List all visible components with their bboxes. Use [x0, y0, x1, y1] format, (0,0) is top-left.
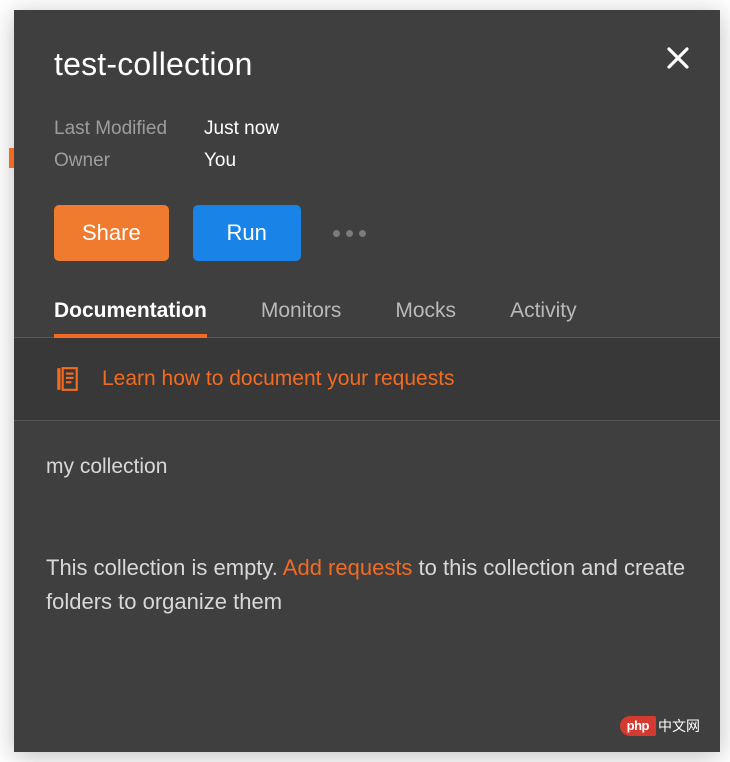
meta-section: Last Modified Just now Owner You [14, 83, 720, 177]
watermark-badge: php [620, 716, 656, 736]
last-modified-value: Just now [204, 113, 279, 145]
collection-name: my collection [46, 455, 688, 479]
collection-title: test-collection [54, 46, 680, 83]
panel-header: test-collection [14, 10, 720, 83]
run-button[interactable]: Run [193, 205, 301, 261]
ellipsis-dot-icon [346, 230, 353, 237]
meta-row-last-modified: Last Modified Just now [54, 113, 680, 145]
tab-mocks[interactable]: Mocks [395, 299, 456, 337]
documentation-body: my collection This collection is empty. … [14, 421, 720, 653]
add-requests-link[interactable]: Add requests [283, 555, 413, 580]
tab-monitors[interactable]: Monitors [261, 299, 342, 337]
learn-banner[interactable]: Learn how to document your requests [14, 338, 720, 421]
close-icon [666, 46, 690, 70]
share-button[interactable]: Share [54, 205, 169, 261]
accent-edge-bar [9, 148, 14, 168]
tab-activity[interactable]: Activity [510, 299, 577, 337]
more-actions-button[interactable] [325, 222, 374, 245]
document-icon [54, 366, 80, 392]
collection-details-panel: test-collection Last Modified Just now O… [14, 10, 720, 752]
meta-row-owner: Owner You [54, 145, 680, 177]
ellipsis-dot-icon [333, 230, 340, 237]
watermark-text: 中文网 [658, 716, 700, 736]
last-modified-label: Last Modified [54, 113, 204, 145]
learn-banner-text: Learn how to document your requests [102, 367, 455, 391]
owner-label: Owner [54, 145, 204, 177]
tab-documentation[interactable]: Documentation [54, 299, 207, 337]
empty-state-message: This collection is empty. Add requests t… [46, 551, 688, 619]
actions-row: Share Run [14, 177, 720, 299]
close-button[interactable] [666, 46, 690, 70]
watermark: php 中文网 [620, 716, 700, 736]
owner-value: You [204, 145, 236, 177]
ellipsis-dot-icon [359, 230, 366, 237]
empty-prefix: This collection is empty. [46, 555, 283, 580]
tabs-bar: Documentation Monitors Mocks Activity [14, 299, 720, 338]
